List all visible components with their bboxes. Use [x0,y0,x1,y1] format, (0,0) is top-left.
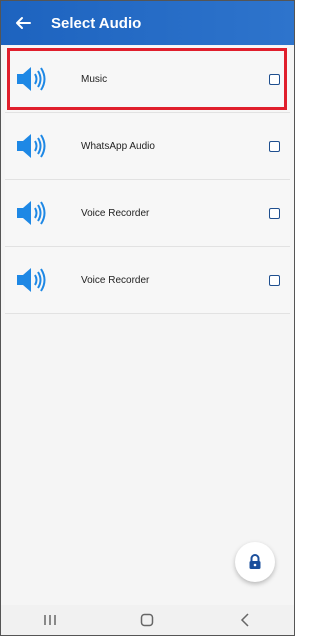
lock-icon [249,554,261,569]
system-nav-bar [1,605,294,635]
system-back-button[interactable] [225,605,265,635]
list-item[interactable]: Music [5,46,290,113]
back-button[interactable] [5,1,41,45]
audio-list: Music WhatsApp Audio Voice Recorder Voic… [5,46,290,314]
item-label: Music [81,73,108,85]
speaker-icon [17,201,46,225]
item-checkbox[interactable] [269,140,280,152]
list-item[interactable]: WhatsApp Audio [5,113,290,180]
app-bar: Select Audio [1,1,294,45]
recents-button[interactable] [30,605,70,635]
item-checkbox[interactable] [269,207,280,219]
item-label: Voice Recorder [81,274,150,286]
speaker-icon [17,134,46,158]
list-item[interactable]: Voice Recorder [5,247,290,314]
item-label: Voice Recorder [81,207,150,219]
arrow-left-icon [16,17,31,29]
item-label: WhatsApp Audio [81,140,155,152]
page-title: Select Audio [51,14,142,32]
home-button[interactable] [127,605,167,635]
screen: Select Audio Music WhatsApp Audio Voice … [0,0,295,636]
item-checkbox[interactable] [269,73,280,85]
back-chevron-icon [241,613,249,627]
lock-button[interactable] [235,542,275,582]
speaker-icon [17,268,46,292]
item-checkbox[interactable] [269,274,280,286]
list-item[interactable]: Voice Recorder [5,180,290,247]
recents-icon [44,615,56,625]
speaker-icon [17,67,46,91]
home-icon [141,613,154,627]
